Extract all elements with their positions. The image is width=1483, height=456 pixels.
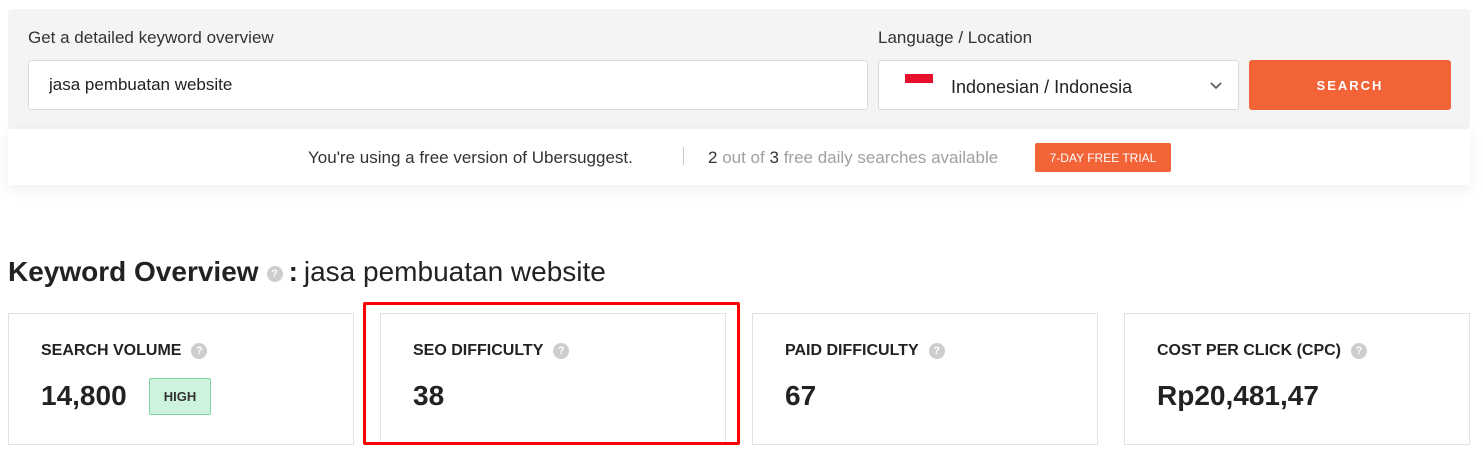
search-quota-text: 2 out of 3 free daily searches available [708,148,998,168]
total-searches-count: 3 [769,148,779,167]
help-icon[interactable]: ? [266,266,283,282]
search-volume-label: SEARCH VOLUME [41,342,182,359]
search-button[interactable]: SEARCH [1249,60,1451,110]
help-icon[interactable]: ? [553,343,570,359]
language-location-value: Indonesian / Indonesia [951,77,1133,97]
chevron-down-icon [1210,82,1222,90]
search-volume-card: SEARCH VOLUME? 14,800 HIGH [8,313,354,445]
searches-available-text: free daily searches available [783,148,999,167]
seo-difficulty-card: SEO DIFFICULTY? 38 [380,313,726,445]
free-trial-button[interactable]: 7-DAY FREE TRIAL [1035,143,1171,172]
free-version-text: You're using a free version of Ubersugge… [308,148,633,167]
language-location-label: Language / Location [878,28,1033,47]
keyword-overview-heading: Keyword Overview?: jasa pembuatan website [8,256,606,296]
free-version-banner: You're using a free version of Ubersugge… [8,129,1470,185]
overview-keyword: jasa pembuatan website [303,256,606,287]
paid-difficulty-label: PAID DIFFICULTY [785,342,919,359]
title-separator: : [288,256,298,287]
help-icon[interactable]: ? [191,343,208,359]
keyword-search-panel: Get a detailed keyword overview Language… [8,9,1470,129]
used-searches-count: 2 [708,148,718,167]
search-volume-value: 14,800 [41,380,127,411]
paid-difficulty-value: 67 [785,380,817,411]
keyword-input[interactable] [28,60,868,110]
cpc-value: Rp20,481,47 [1157,380,1319,411]
cpc-label: COST PER CLICK (CPC) [1157,342,1341,359]
help-icon[interactable]: ? [928,343,945,359]
indonesia-flag-icon [905,74,933,92]
banner-divider [683,147,684,165]
seo-difficulty-label: SEO DIFFICULTY [413,342,544,359]
keyword-field-label: Get a detailed keyword overview [28,28,274,47]
volume-level-badge: HIGH [149,378,211,415]
page-title: Keyword Overview [8,256,259,287]
out-of-text: out of [722,148,765,167]
seo-difficulty-value: 38 [413,380,445,411]
help-icon[interactable]: ? [1351,343,1367,359]
paid-difficulty-card: PAID DIFFICULTY? 67 [752,313,1098,445]
language-location-select[interactable]: Indonesian / Indonesia [878,60,1239,110]
cost-per-click-card: COST PER CLICK (CPC)? Rp20,481,47 [1124,313,1470,445]
